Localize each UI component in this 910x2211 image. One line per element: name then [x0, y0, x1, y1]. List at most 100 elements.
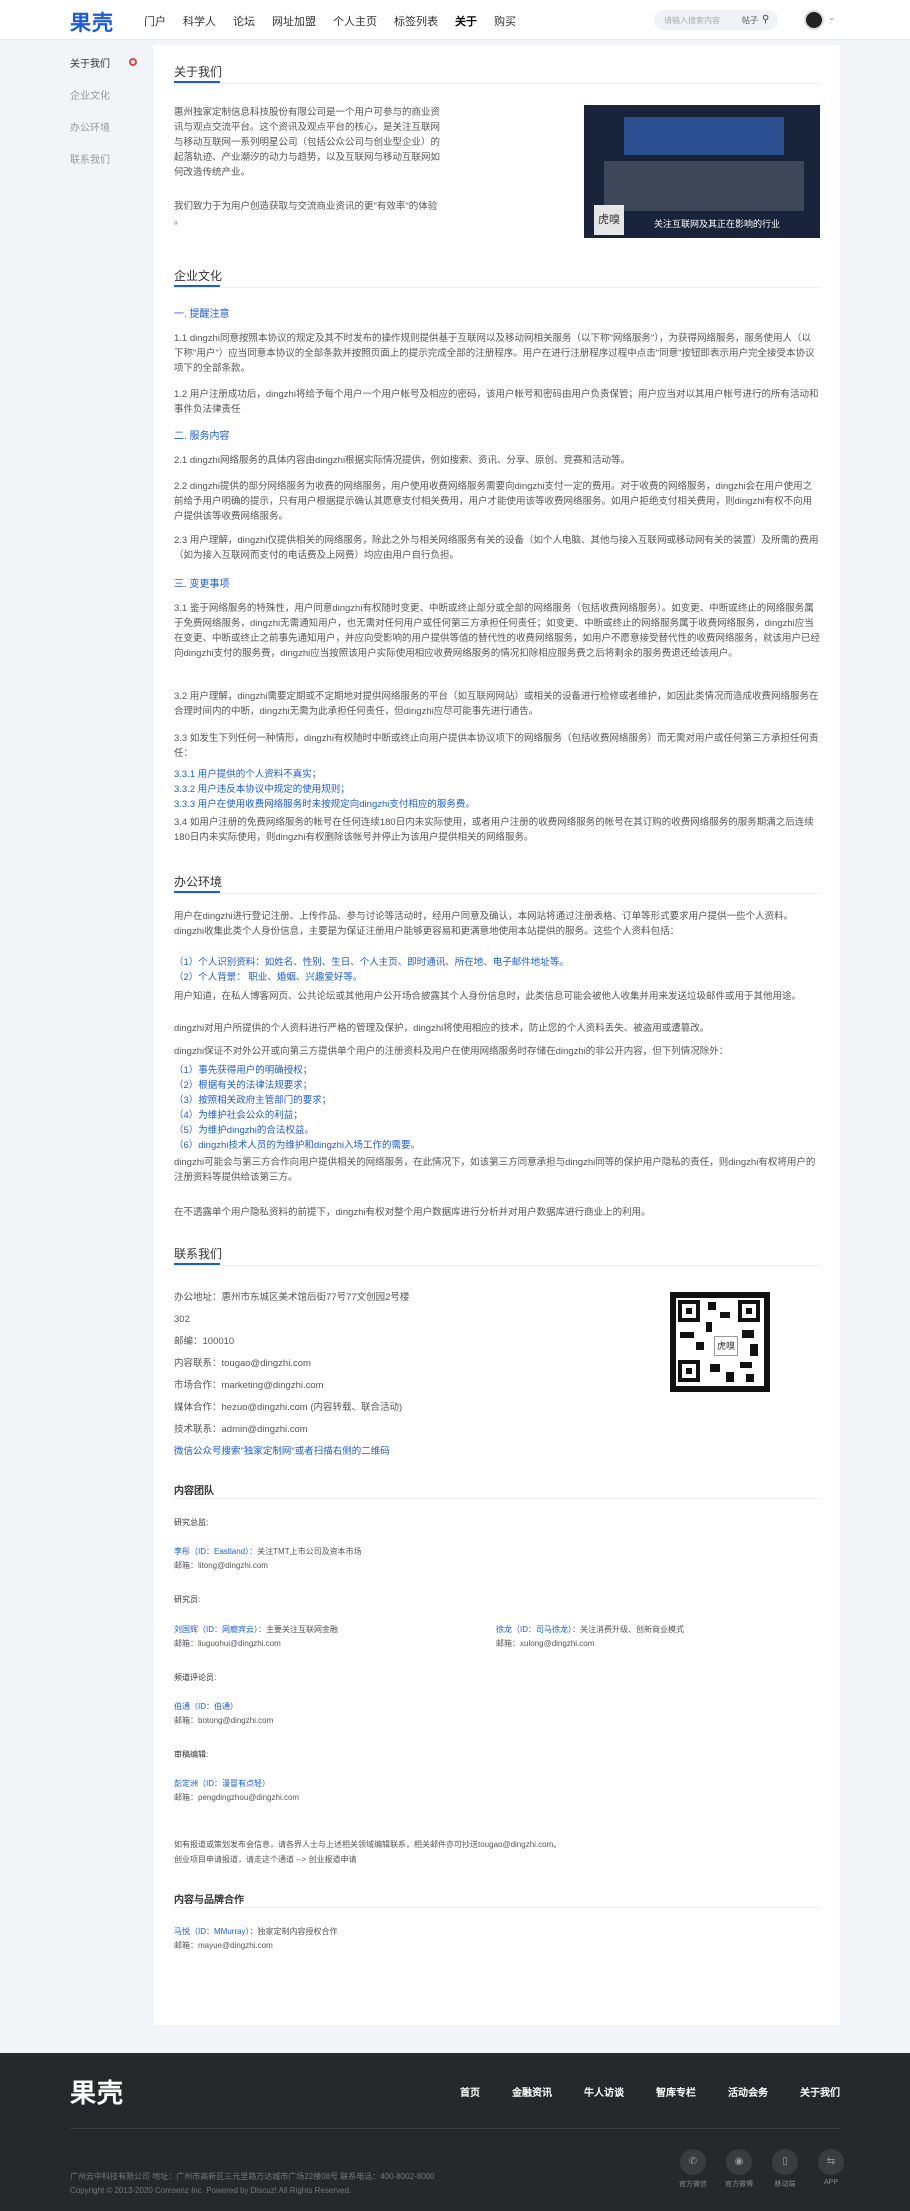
contact-zip: 邮编：100010 — [174, 1336, 235, 1347]
member-name[interactable]: 李彤（ID：Eastland） — [174, 1547, 249, 1556]
footer-nav-about[interactable]: 关于我们 — [800, 2084, 840, 2099]
weibo-link[interactable]: ◉ 官方微博 — [718, 2149, 760, 2189]
divider — [174, 287, 820, 288]
member-email: 邮箱：pengdingzhou@dingzhi.com — [174, 1793, 300, 1802]
section-heading: 一. 提醒注意 — [174, 309, 230, 320]
search-icon[interactable]: ⚲ — [762, 14, 769, 25]
nav-sites[interactable]: 网址加盟 — [272, 13, 316, 29]
team-title: 内容团队 — [174, 1486, 214, 1497]
qr-module — [680, 1332, 694, 1338]
qr-module — [750, 1344, 758, 1356]
team-member: 马悦（ID：MMurray）：独家定制内容授权合作 邮箱：mayue@dingzh… — [174, 1927, 338, 1950]
team-member: 彭定洲（ID：漫冒有点轻） 邮箱：pengdingzhou@dingzhi.com — [174, 1777, 299, 1805]
contact-email-market[interactable]: 市场合作：marketing@dingzhi.com — [174, 1378, 474, 1393]
footer-nav-column[interactable]: 智库专栏 — [656, 2084, 696, 2099]
weibo-icon: ◉ — [726, 2149, 752, 2175]
top-header: 果壳 门户 科学人 论坛 网址加盟 个人主页 标签列表 关于 购买 请输入搜索内… — [0, 0, 910, 40]
image-people — [604, 161, 804, 211]
divider — [174, 1265, 820, 1266]
group-label: 频道评论员: — [174, 1673, 217, 1682]
nav-buy[interactable]: 购买 — [494, 13, 516, 29]
member-name[interactable]: 彭定洲（ID：漫冒有点轻） — [174, 1779, 270, 1788]
qr-code: 虎嗅 — [670, 1292, 770, 1392]
footer-logo[interactable]: 果壳 — [70, 2073, 124, 2110]
mobile-icon: ▯ — [772, 2149, 798, 2175]
section-heading: 二. 服务内容 — [174, 431, 230, 442]
main-content: 关于我们 惠州独家定制信息科技股份有限公司是一个用户可参与的商业资讯与观点交流平… — [154, 45, 840, 2025]
contact-email-media[interactable]: 媒体合作：hezuo@dingzhi.com (内容转载、联合活动) — [174, 1400, 474, 1415]
paragraph: 3.4 如用户注册的免费网络服务的帐号在任何连续180日内未实际使用，或者用户注… — [174, 817, 814, 843]
paragraph: dingzhi对用户所提供的个人资料进行严格的管理及保护，dingzhi将使用相… — [174, 1023, 710, 1034]
sidebar-item-about[interactable]: 关于我们 — [70, 55, 140, 87]
divider — [174, 83, 820, 84]
member-name[interactable]: 刘国辉（ID：网瘾宾云） — [174, 1625, 258, 1634]
footer-divider — [70, 2128, 840, 2129]
contact-email-tech[interactable]: 技术联系：admin@dingzhi.com — [174, 1422, 474, 1437]
contact-address: 办公地址：惠州市东城区美术馆后街77号77文创园2号楼 — [174, 1292, 410, 1303]
group-label: 研究员: — [174, 1595, 201, 1604]
footer-nav: 首页 金融资讯 牛人访谈 智库专栏 活动会务 关于我们 — [428, 2084, 840, 2099]
footer-social: ✆ 官方微信 ◉ 官方微博 ▯ 移动端 ⇆ APP — [668, 2149, 852, 2189]
nav-home[interactable]: 个人主页 — [333, 13, 377, 29]
search-input[interactable]: 请输入搜索内容 — [664, 15, 720, 26]
member-name[interactable]: 徐龙（ID：司马徐龙） — [496, 1625, 572, 1634]
image-screen — [624, 117, 784, 155]
qr-module — [720, 1312, 730, 1318]
about-text-1: 惠州独家定制信息科技股份有限公司是一个用户可参与的商业资讯与观点交流平台。这个资… — [174, 107, 441, 178]
wechat-icon: ✆ — [680, 2149, 706, 2175]
list-item: 3.3.3 用户在使用收费网络服务时未按规定向dingzhi支付相应的服务费。 — [174, 799, 475, 810]
list-item: （1）个人识别资料：如姓名、性别、生日、个人主页、即时通讯、所在地、电子邮件地址… — [174, 957, 569, 968]
team-member: 徐龙（ID：司马徐龙）：关注消费升级、创新商业模式 邮箱：xulong@dingz… — [496, 1625, 684, 1648]
app-link[interactable]: ⇆ APP — [810, 2149, 852, 2189]
list-item: （6）dingzhi技术人员的为维护和dingzhi入场工作的需要。 — [174, 1140, 420, 1151]
paragraph: 3.3 如发生下列任何一种情形，dingzhi有权随时中断或终止向用户提供本协议… — [174, 733, 819, 759]
wechat-link[interactable]: ✆ 官方微信 — [672, 2149, 714, 2189]
footer-nav-finance[interactable]: 金融资讯 — [512, 2084, 552, 2099]
divider — [174, 1498, 820, 1499]
sidebar-item-contact[interactable]: 联系我们 — [70, 151, 140, 183]
qr-module — [708, 1302, 716, 1310]
paragraph: 用户在dingzhi进行登记注册、上传作品、参与讨论等活动时，经用户同意及确认，… — [174, 911, 794, 937]
sidebar-item-office[interactable]: 办公环境 — [70, 119, 140, 151]
sidebar: 关于我们 企业文化 办公环境 联系我们 — [70, 55, 140, 183]
team-note: 如有报道或策划发布会信息，请各界人士与上述相关领域编辑联系，相关邮件亦可抄送to… — [174, 1840, 562, 1849]
contact-wechat: 微信公众号搜索"独家定制网"或者扫描右侧的二维码 — [174, 1446, 390, 1457]
footer-nav-events[interactable]: 活动会务 — [728, 2084, 768, 2099]
site-logo[interactable]: 果壳 — [70, 7, 114, 37]
footer-nav-home[interactable]: 首页 — [460, 2084, 480, 2099]
qr-module — [740, 1362, 752, 1368]
divider — [174, 1907, 820, 1908]
qr-corner — [738, 1300, 760, 1322]
nav-tags[interactable]: 标签列表 — [394, 13, 438, 29]
member-email: 邮箱：litong@dingzhi.com — [174, 1561, 268, 1570]
group-label: 研究总监: — [174, 1518, 209, 1527]
sidebar-item-culture[interactable]: 企业文化 — [70, 87, 140, 119]
member-email: 邮箱：xulong@dingzhi.com — [496, 1639, 595, 1648]
search-box[interactable]: 请输入搜索内容 帖子 ⚲ — [654, 10, 778, 30]
paragraph: 2.3 用户理解，dingzhi仅提供相关的网络服务，除此之外与相关网络服务有关… — [174, 535, 819, 561]
team-note-link[interactable]: 创业项目申请报道，请走这个通道 --> 创业报道申请 — [174, 1853, 814, 1867]
qr-module — [710, 1364, 720, 1372]
search-scope-select[interactable]: 帖子 — [742, 15, 758, 26]
team-member: 伯通（ID：伯通） 邮箱：botong@dingzhi.com — [174, 1700, 273, 1728]
nav-forum[interactable]: 论坛 — [233, 13, 255, 29]
avatar[interactable] — [804, 10, 824, 30]
contact-address-2: 302 — [174, 1314, 190, 1325]
qr-module — [696, 1342, 704, 1350]
contact-email-content[interactable]: 内容联系：tougao@dingzhi.com — [174, 1356, 474, 1371]
chevron-down-icon[interactable]: ⌄ — [828, 12, 836, 23]
nav-science[interactable]: 科学人 — [183, 13, 216, 29]
qr-module — [706, 1322, 712, 1332]
nav-portal[interactable]: 门户 — [144, 13, 166, 29]
group-label: 审稿编辑: — [174, 1750, 209, 1759]
member-name[interactable]: 伯通（ID：伯通） — [174, 1702, 238, 1711]
qr-corner — [678, 1360, 700, 1382]
image-caption: 关注互联网及其正在影响的行业 — [654, 219, 781, 229]
member-name[interactable]: 马悦（ID：MMurray） — [174, 1927, 250, 1936]
list-item: （1）事先获得用户的明确授权； — [174, 1065, 313, 1076]
nav-about[interactable]: 关于 — [455, 13, 477, 29]
list-item: （2）根据有关的法律法规要求； — [174, 1080, 313, 1091]
member-email: 邮箱：liuguohui@dingzhi.com — [174, 1639, 281, 1648]
footer-nav-interview[interactable]: 牛人访谈 — [584, 2084, 624, 2099]
mobile-link[interactable]: ▯ 移动端 — [764, 2149, 806, 2189]
